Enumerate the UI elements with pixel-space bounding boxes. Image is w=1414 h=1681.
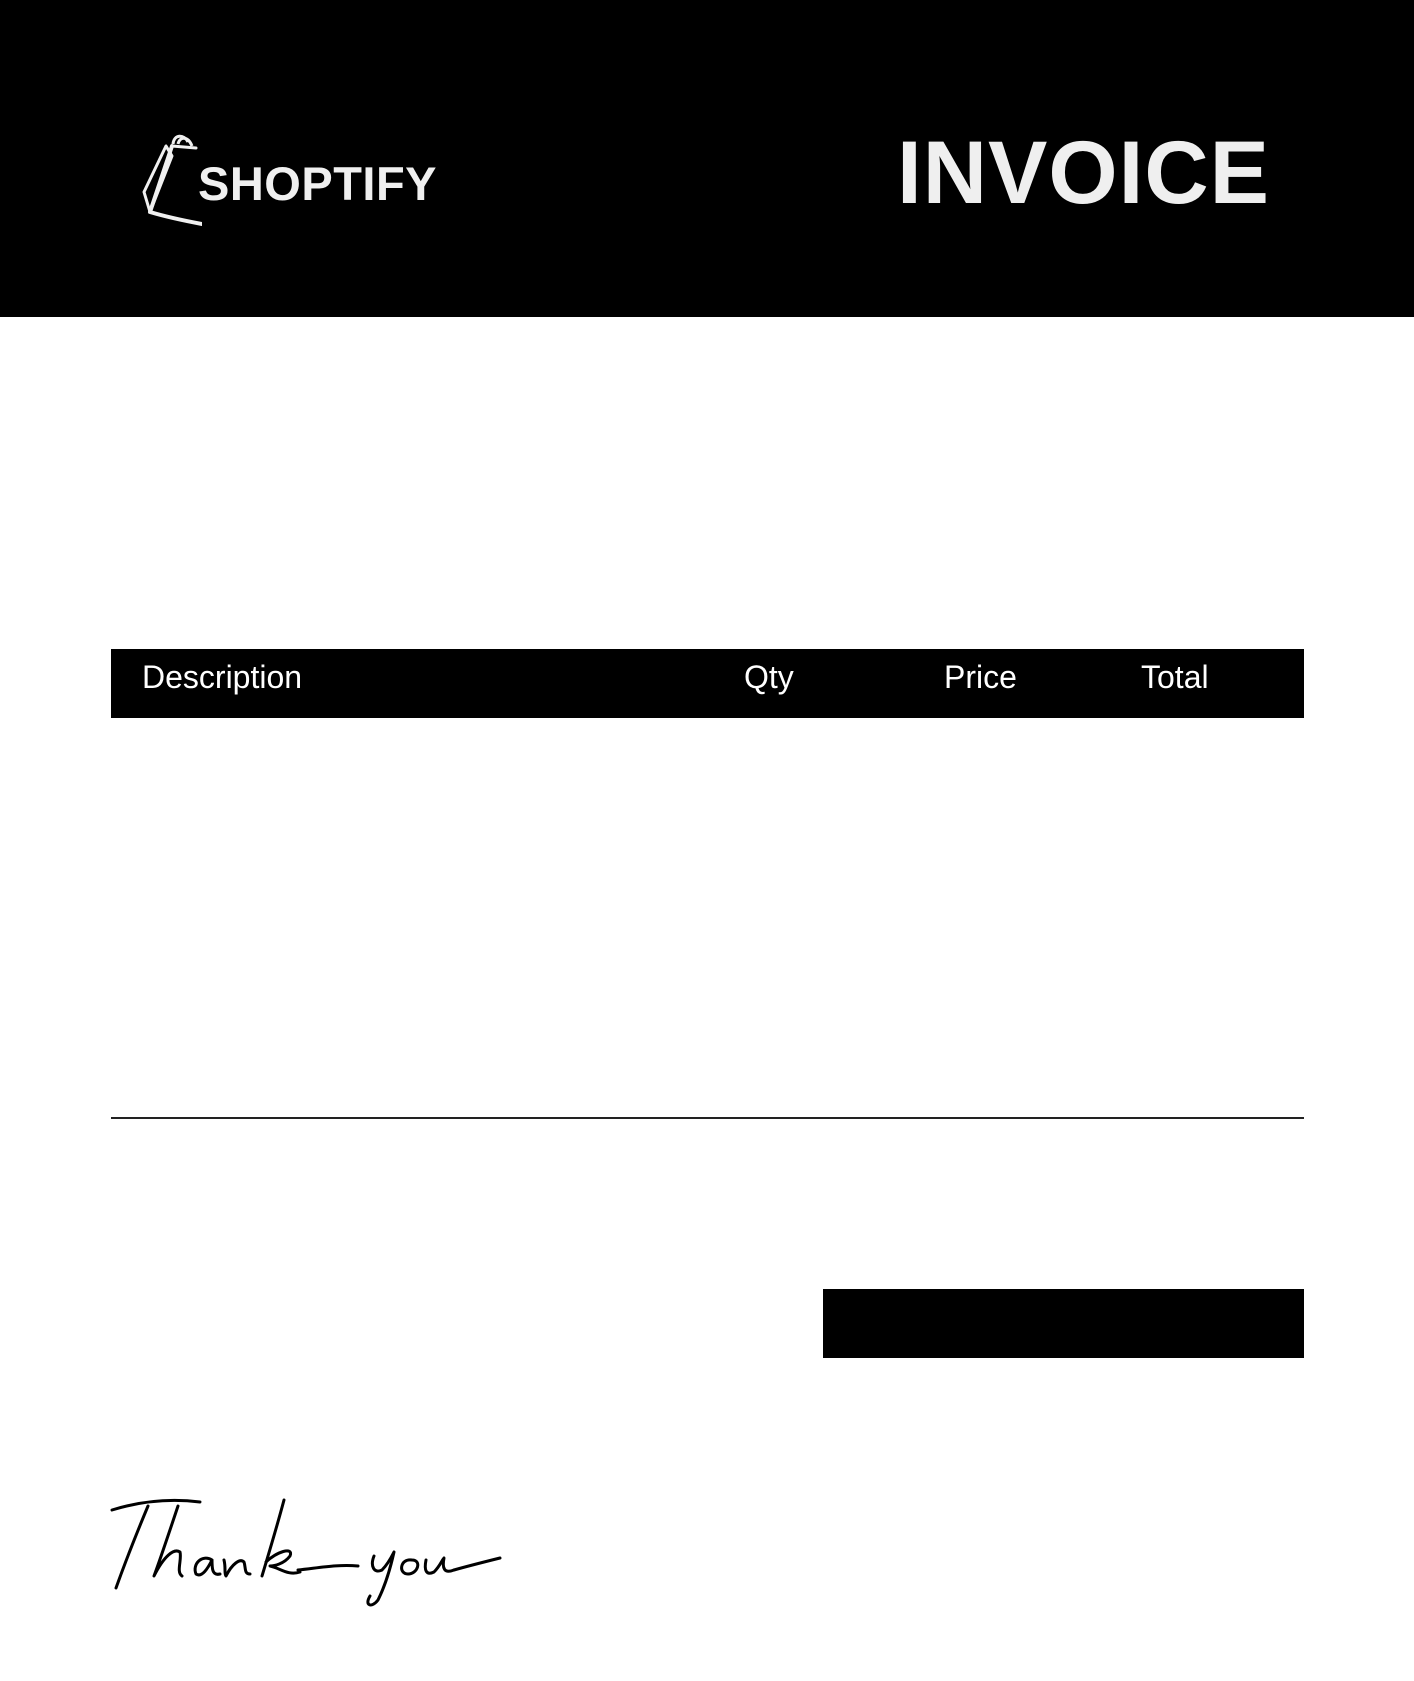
items-table-header: Description Qty Price Total (111, 649, 1304, 718)
column-header-total: Total (1141, 659, 1209, 695)
items-divider (111, 1117, 1304, 1119)
grand-total-box (823, 1289, 1304, 1358)
brand-name: SHOPTIFY (198, 157, 438, 210)
thank-you-signature (108, 1480, 568, 1610)
invoice-header: SHOPTIFY INVOICE (0, 0, 1414, 317)
invoice-title: INVOICE (897, 122, 1270, 222)
column-header-description: Description (142, 659, 303, 695)
column-header-price: Price (944, 659, 1017, 695)
brand-logo: SHOPTIFY (138, 132, 438, 228)
column-header-qty: Qty (744, 659, 794, 695)
shopping-bag-icon (142, 134, 202, 226)
